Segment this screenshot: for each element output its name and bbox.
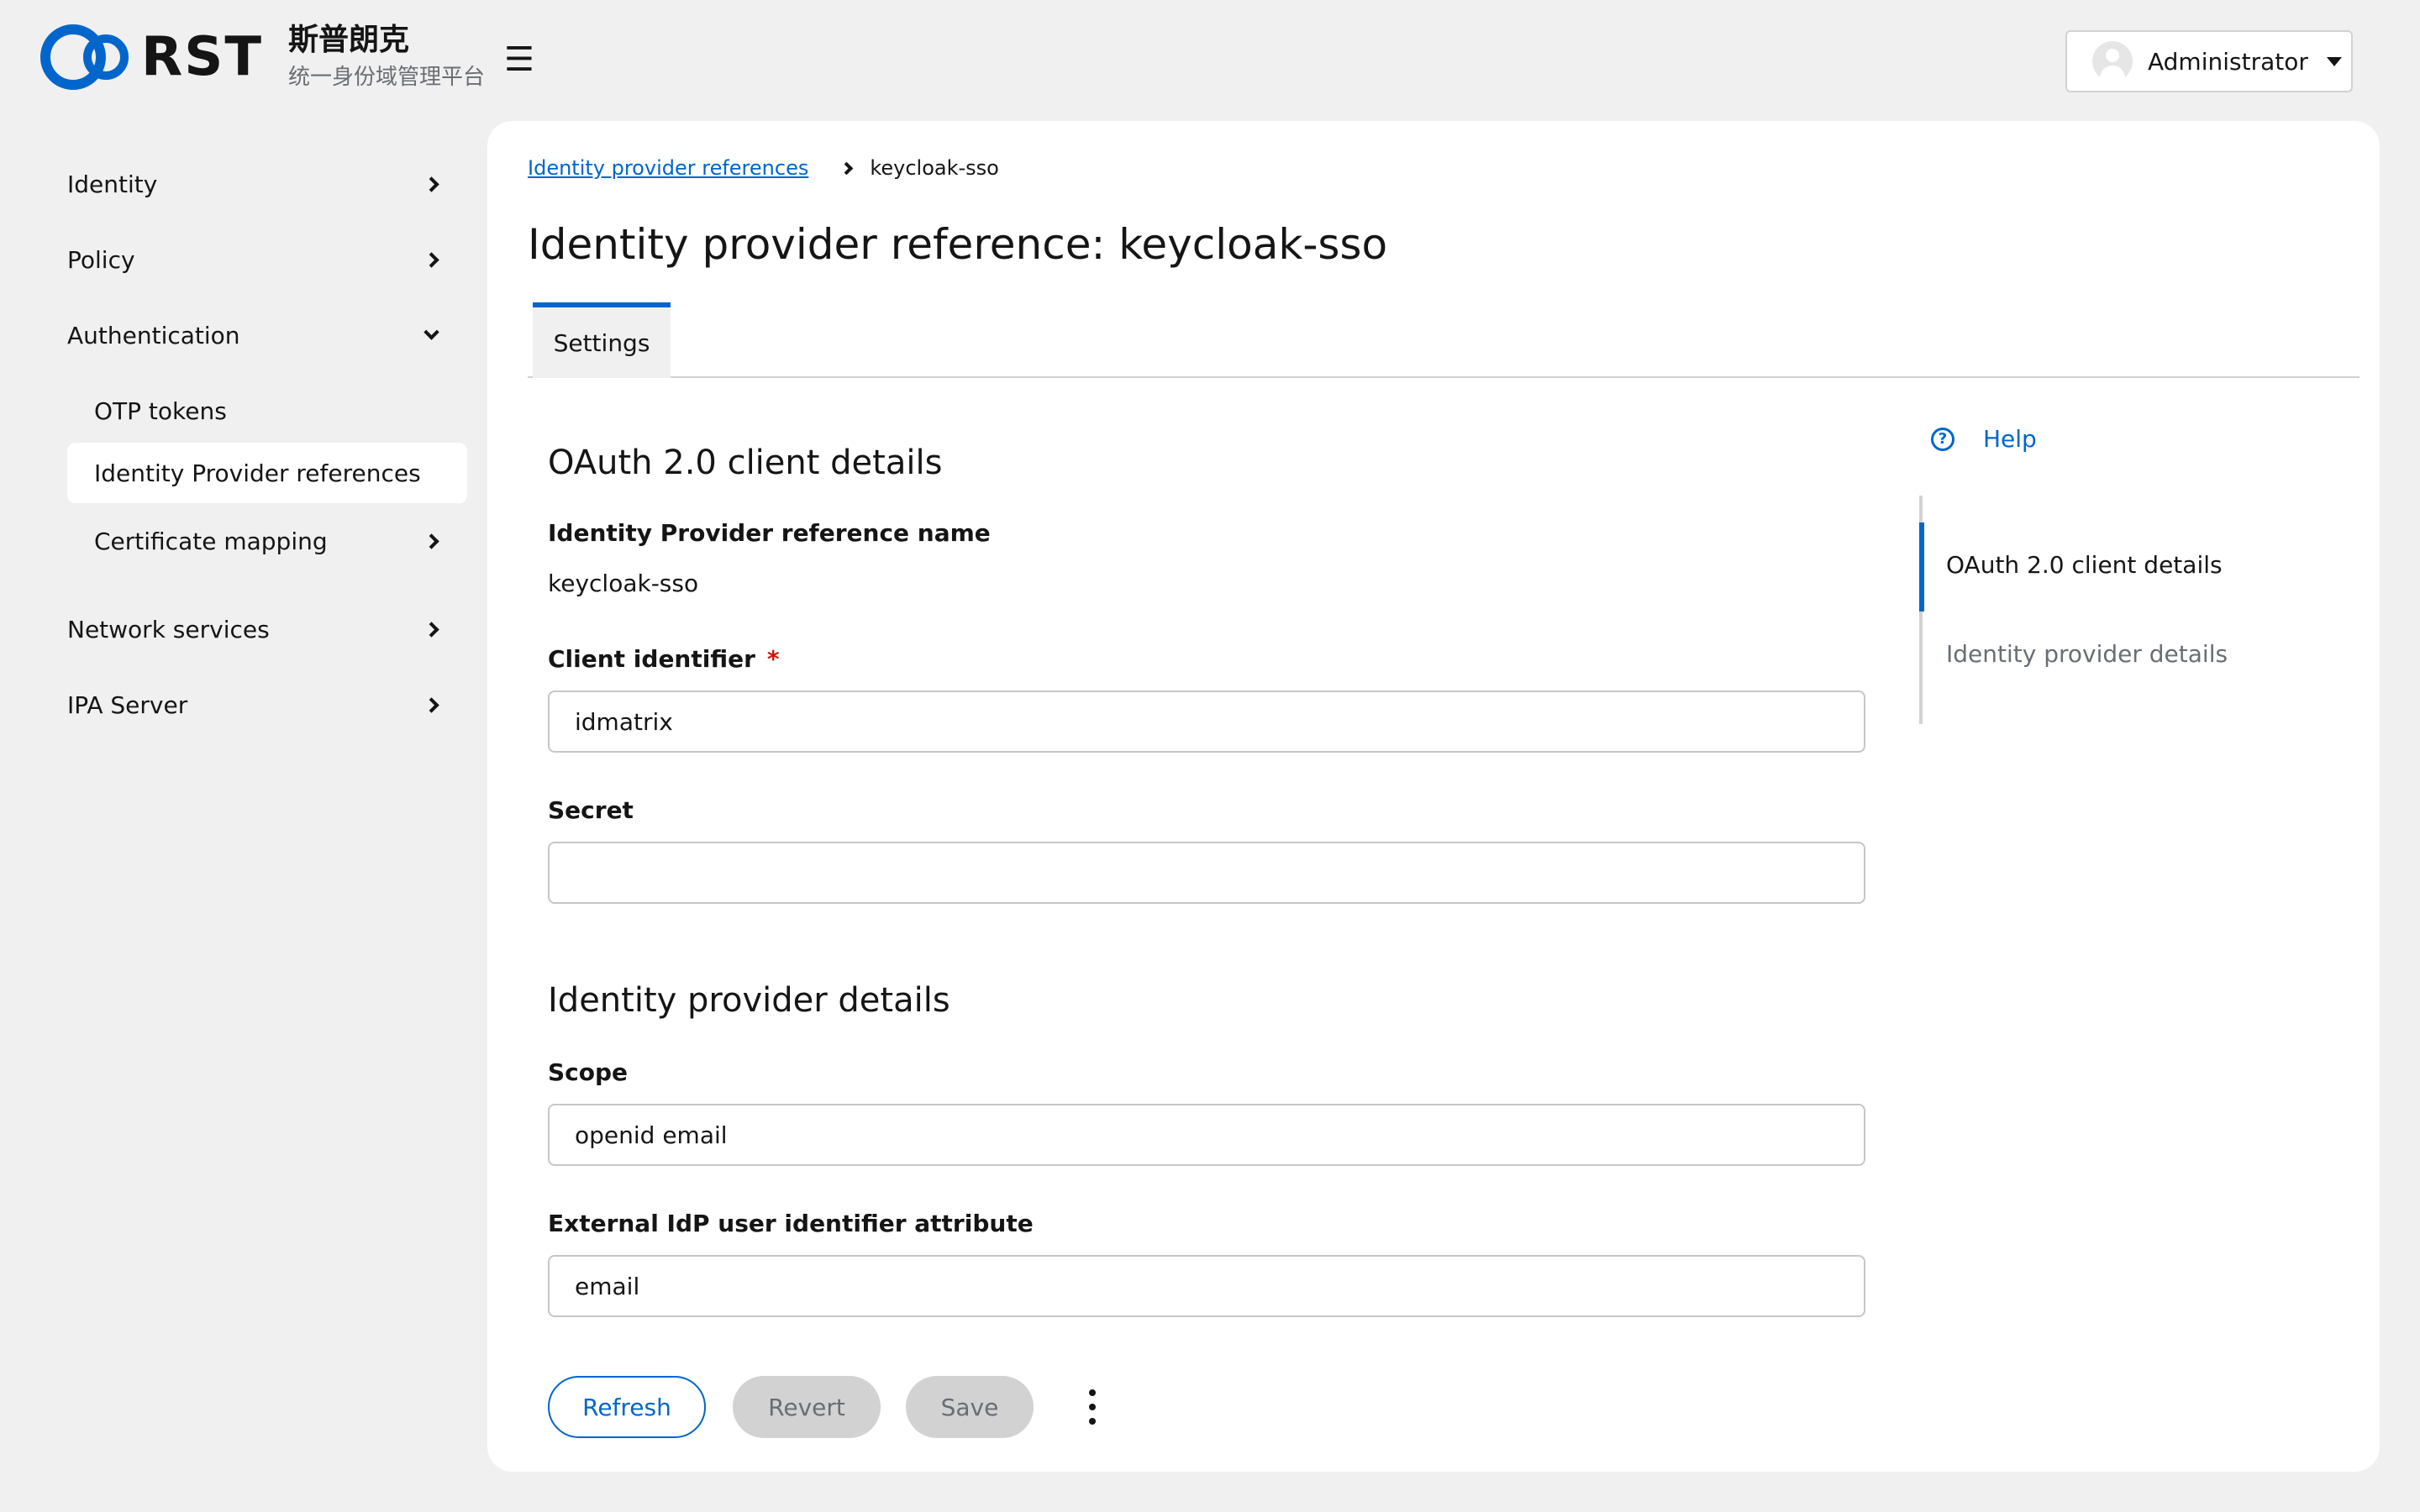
client-identifier-label-text: Client identifier: [548, 645, 755, 673]
idp-reference-name-value: keycloak-sso: [548, 570, 699, 597]
refresh-button[interactable]: Refresh: [548, 1376, 706, 1438]
client-identifier-label: Client identifier *: [548, 645, 780, 673]
sidebar-item-network-services[interactable]: Network services: [67, 599, 467, 659]
client-identifier-input[interactable]: [548, 690, 1865, 753]
sidebar-item-ipa-server[interactable]: IPA Server: [67, 675, 467, 735]
sidebar-item-authentication[interactable]: Authentication: [67, 305, 467, 365]
brand-title: 斯普朗克: [288, 23, 410, 57]
brand-logo: RST 斯普朗克 统一身份域管理平台: [39, 22, 485, 92]
tab-bar: Settings: [528, 302, 2360, 378]
user-menu-toggle[interactable]: Administrator: [2065, 30, 2353, 92]
avatar: [2092, 41, 2133, 81]
external-idp-attribute-label: External IdP user identifier attribute: [548, 1210, 1034, 1237]
breadcrumb-link-idp-references[interactable]: Identity provider references: [528, 156, 808, 180]
sidebar-item-label: Certificate mapping: [94, 527, 328, 555]
breadcrumb: Identity provider references keycloak-ss…: [528, 156, 999, 180]
sidebar-item-identity-provider-references[interactable]: Identity Provider references: [67, 443, 467, 503]
chevron-down-icon: [424, 323, 439, 340]
scope-input[interactable]: [548, 1104, 1865, 1166]
tab-settings[interactable]: Settings: [533, 302, 671, 378]
secret-input[interactable]: [548, 842, 1865, 904]
user-name: Administrator: [2148, 47, 2308, 76]
help-link[interactable]: ? Help: [1931, 425, 2037, 453]
brand-subtitle: 统一身份域管理平台: [288, 65, 486, 90]
sidebar-item-label: Identity: [67, 170, 158, 198]
chevron-right-icon: [424, 533, 439, 549]
sidebar-item-label: OTP tokens: [94, 396, 227, 425]
jump-links-active-indicator: [1919, 522, 1924, 612]
brand-name: 斯普朗克 统一身份域管理平台: [288, 22, 485, 92]
sidebar-item-label: Identity Provider references: [94, 459, 421, 487]
jump-link-idp[interactable]: Identity provider details: [1946, 640, 2228, 668]
sidebar-item-label: Policy: [67, 245, 135, 274]
chevron-right-icon: [424, 251, 439, 268]
caret-down-icon: [2326, 56, 2342, 66]
save-button[interactable]: Save: [906, 1376, 1034, 1438]
main-panel: Identity provider references keycloak-ss…: [487, 121, 2380, 1472]
section-title-idp: Identity provider details: [548, 981, 950, 1020]
sidebar-item-identity[interactable]: Identity: [67, 154, 467, 214]
chevron-right-icon: [424, 176, 439, 192]
page-title: Identity provider reference: keycloak-ss…: [528, 220, 1388, 269]
section-title-oauth: OAuth 2.0 client details: [548, 444, 943, 482]
scope-label: Scope: [548, 1058, 629, 1086]
sidebar-item-label: Authentication: [67, 321, 240, 349]
brand-logo-text: RST: [141, 26, 264, 88]
chevron-right-icon: [424, 621, 439, 638]
sidebar-item-label: Network services: [67, 615, 270, 643]
sidebar-item-label: IPA Server: [67, 690, 188, 719]
sidebar-item-otp-tokens[interactable]: OTP tokens: [67, 381, 467, 441]
revert-button[interactable]: Revert: [733, 1376, 881, 1438]
chevron-right-icon: [840, 161, 854, 175]
external-idp-attribute-input[interactable]: [548, 1255, 1865, 1317]
secret-label: Secret: [548, 796, 634, 824]
sidebar-item-certificate-mapping[interactable]: Certificate mapping: [67, 511, 467, 571]
chevron-right-icon: [424, 696, 439, 713]
required-mark: *: [766, 645, 780, 673]
sidebar-item-policy[interactable]: Policy: [67, 229, 467, 290]
hamburger-icon[interactable]: ☰: [504, 40, 534, 79]
help-circle-icon: ?: [1931, 427, 1954, 451]
kebab-menu-icon[interactable]: [1084, 1389, 1101, 1425]
idp-reference-name-label: Identity Provider reference name: [548, 519, 991, 547]
breadcrumb-current: keycloak-sso: [870, 156, 999, 180]
jump-link-oauth[interactable]: OAuth 2.0 client details: [1946, 551, 2223, 579]
help-label: Help: [1983, 425, 2037, 453]
brand-logo-icon: [40, 24, 129, 90]
